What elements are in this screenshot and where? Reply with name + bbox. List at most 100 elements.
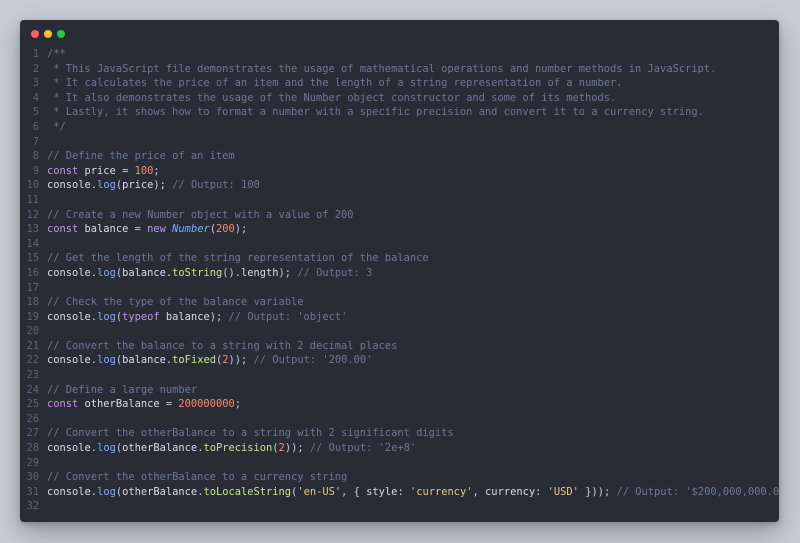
code-token-comment: * It also demonstrates the usage of the … xyxy=(47,91,617,104)
code-token-plain: balance xyxy=(159,310,210,323)
code-token-comment: * Lastly, it shows how to format a numbe… xyxy=(47,106,704,119)
code-line[interactable]: 31 console.log(otherBalance.toLocaleStrin… xyxy=(20,485,779,500)
code-token-prop: toLocaleString xyxy=(203,485,292,498)
line-number: 29 xyxy=(26,456,39,469)
code-token-comment: // Output: '200.00' xyxy=(253,354,373,367)
code-token-prop: toPrecision xyxy=(203,442,273,455)
code-token-comment: // Output: '2e+8' xyxy=(309,442,417,455)
code-line[interactable]: 18 // Check the type of the balance varia… xyxy=(20,295,779,310)
code-line[interactable]: 22 console.log(balance.toFixed(2)); // Ou… xyxy=(20,353,779,368)
line-content: // Define the price of an item xyxy=(47,150,235,162)
code-line[interactable]: 12 // Create a new Number object with a v… xyxy=(20,208,779,223)
code-line[interactable]: 24 // Define a large number xyxy=(20,383,779,398)
code-token-keyword: const xyxy=(47,164,79,177)
code-line[interactable]: 3 * It calculates the price of an item a… xyxy=(20,76,779,91)
code-line[interactable]: 14 xyxy=(20,237,779,252)
code-line[interactable]: 21 // Convert the balance to a string wit… xyxy=(20,339,779,354)
line-number: 15 xyxy=(26,252,39,265)
line-number: 7 xyxy=(32,135,39,148)
line-number: 28 xyxy=(26,442,39,455)
code-line[interactable]: 5 * Lastly, it shows how to format a num… xyxy=(20,105,779,120)
code-line[interactable]: 1 /** xyxy=(20,47,779,62)
line-number: 1 xyxy=(32,48,39,60)
code-token-comment: */ xyxy=(47,120,66,133)
code-token-fn: log xyxy=(97,485,116,498)
code-token-plain: balance xyxy=(122,266,166,279)
line-content: console.log(otherBalance.toLocaleString(… xyxy=(47,486,779,498)
code-line[interactable]: 27 // Convert the otherBalance to a strin… xyxy=(20,426,779,441)
code-line[interactable]: 16 console.log(balance.toString().length)… xyxy=(20,266,779,281)
code-token-fn: log xyxy=(97,442,116,455)
line-number: 14 xyxy=(26,237,39,250)
code-line[interactable]: 7 xyxy=(20,135,779,150)
line-number: 32 xyxy=(26,500,39,513)
code-line[interactable]: 8 // Define the price of an item xyxy=(20,149,779,164)
code-token-number: 200 xyxy=(215,223,235,236)
code-line[interactable]: 11 xyxy=(20,193,779,208)
code-token-punct: ; xyxy=(234,398,241,411)
code-line[interactable]: 29 xyxy=(20,456,779,471)
line-content: console.log(balance.toString().length); … xyxy=(47,267,372,279)
code-line[interactable]: 32 xyxy=(20,499,779,514)
line-number: 27 xyxy=(26,427,39,440)
minimize-window-dot[interactable] xyxy=(44,30,52,38)
line-content: * This JavaScript file demonstrates the … xyxy=(47,63,716,75)
code-line[interactable]: 30 // Convert the otherBalance to a curre… xyxy=(20,470,779,485)
line-number: 23 xyxy=(26,369,39,382)
line-number: 8 xyxy=(32,150,39,163)
code-token-comment: /** xyxy=(47,48,66,60)
line-number: 9 xyxy=(32,164,39,177)
code-token-plain: console xyxy=(47,179,91,192)
code-token-plain: price xyxy=(122,179,154,192)
code-token-keyword: const xyxy=(47,223,79,236)
code-line[interactable]: 28 console.log(otherBalance.toPrecision(2… xyxy=(20,441,779,456)
code-line[interactable]: 25 const otherBalance = 200000000; xyxy=(20,397,779,412)
code-token-comment: // Output: 100 xyxy=(172,179,260,192)
code-token-comment: * This JavaScript file demonstrates the … xyxy=(47,62,717,75)
code-token-plain: console xyxy=(47,442,91,455)
code-token-number: 200000000 xyxy=(178,398,235,411)
code-token-keyword: const xyxy=(47,398,79,411)
line-number: 30 xyxy=(26,471,39,484)
close-window-dot[interactable] xyxy=(31,30,39,38)
code-line[interactable]: 23 xyxy=(20,368,779,383)
code-line[interactable]: 2 * This JavaScript file demonstrates th… xyxy=(20,62,779,77)
line-content: console.log(balance.toFixed(2)); // Outp… xyxy=(47,354,372,366)
code-token-comment: // Convert the otherBalance to a string … xyxy=(47,427,454,440)
code-token-punct: ; xyxy=(153,164,160,177)
line-number: 25 xyxy=(26,398,39,411)
code-token-comment: // Define the price of an item xyxy=(47,150,235,163)
code-line[interactable]: 26 xyxy=(20,412,779,427)
line-content: // Get the length of the string represen… xyxy=(47,252,429,264)
code-line[interactable]: 10 console.log(price); // Output: 100 xyxy=(20,178,779,193)
line-number: 10 xyxy=(26,179,39,192)
line-number: 2 xyxy=(32,62,39,75)
code-line[interactable]: 17 xyxy=(20,281,779,296)
line-content: const otherBalance = 200000000; xyxy=(47,398,241,410)
code-token-comment: // Get the length of the string represen… xyxy=(47,252,429,265)
code-token-comment: // Create a new Number object with a val… xyxy=(47,208,354,221)
line-number: 18 xyxy=(26,296,39,309)
code-token-punct: ); xyxy=(234,223,248,236)
line-content: // Convert the otherBalance to a currenc… xyxy=(47,471,347,483)
code-window: 1 /** 2 * This JavaScript file demonstrate… xyxy=(20,20,779,522)
code-token-plain: console xyxy=(47,354,91,367)
maximize-window-dot[interactable] xyxy=(57,30,65,38)
code-line[interactable]: 20 xyxy=(20,324,779,339)
line-number: 13 xyxy=(26,223,39,236)
code-token-plain: console xyxy=(47,266,91,279)
code-line[interactable]: 13 const balance = new Number(200); xyxy=(20,222,779,237)
line-number: 4 xyxy=(32,91,39,104)
code-editor[interactable]: 1 /** 2 * This JavaScript file demonstrate… xyxy=(20,47,779,514)
line-content: * It also demonstrates the usage of the … xyxy=(47,92,616,104)
code-token-comment: // Output: '$200,000,000.00' xyxy=(616,485,779,498)
code-line[interactable]: 15 // Get the length of the string repres… xyxy=(20,251,779,266)
code-token-string: 'USD' xyxy=(547,485,579,498)
code-token-punct: })); xyxy=(585,485,611,498)
code-line[interactable]: 4 * It also demonstrates the usage of th… xyxy=(20,91,779,106)
line-number: 19 xyxy=(26,310,39,323)
code-line[interactable]: 19 console.log(typeof balance); // Output… xyxy=(20,310,779,325)
code-line[interactable]: 6 */ xyxy=(20,120,779,135)
code-line[interactable]: 9 const price = 100; xyxy=(20,164,779,179)
code-token-punct: ); xyxy=(209,310,223,323)
